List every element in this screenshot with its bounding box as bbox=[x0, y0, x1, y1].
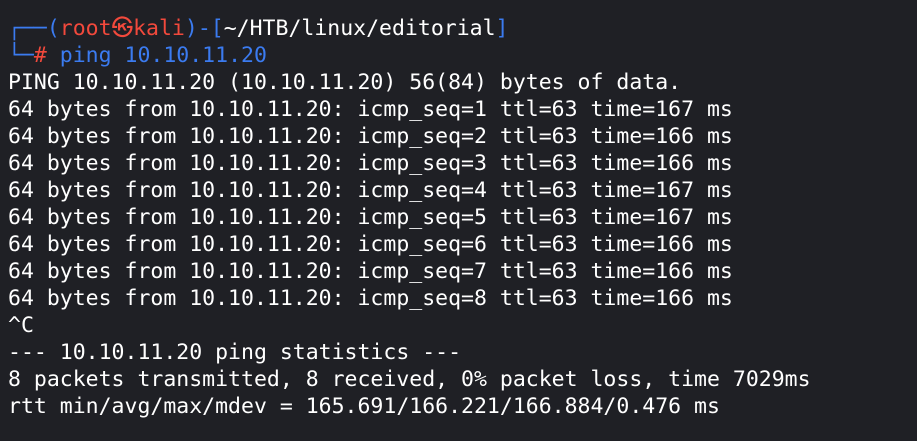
prompt-line-top: ┌──(root㉿kali)-[~/HTB/linux/editorial] bbox=[8, 15, 509, 42]
stats-header: --- 10.10.11.20 ping statistics --- bbox=[8, 340, 462, 365]
prompt-bracket-close: ] bbox=[495, 16, 509, 41]
ping-reply: 64 bytes from 10.10.11.20: icmp_seq=2 tt… bbox=[8, 124, 733, 149]
ping-reply: 64 bytes from 10.10.11.20: icmp_seq=5 tt… bbox=[8, 205, 733, 230]
ping-reply: 64 bytes from 10.10.11.20: icmp_seq=4 tt… bbox=[8, 178, 733, 203]
prompt-bracket-open: )-[ bbox=[184, 16, 224, 41]
stats-packets: 8 packets transmitted, 8 received, 0% pa… bbox=[8, 367, 811, 392]
prompt-line-bottom: └─# ping 10.10.11.20 bbox=[8, 42, 267, 69]
prompt-corner-top: ┌── bbox=[8, 16, 47, 41]
ping-reply: 64 bytes from 10.10.11.20: icmp_seq=1 tt… bbox=[8, 97, 733, 122]
stats-rtt: rtt min/avg/max/mdev = 165.691/166.221/1… bbox=[8, 394, 720, 419]
prompt-hash: # bbox=[33, 43, 47, 68]
ping-reply: 64 bytes from 10.10.11.20: icmp_seq=6 tt… bbox=[8, 232, 733, 257]
prompt-open-paren: ( bbox=[46, 16, 60, 41]
prompt-user: root bbox=[59, 16, 112, 41]
prompt-corner-bottom: └─ bbox=[8, 43, 34, 68]
prompt-at-symbol: ㉿ bbox=[111, 16, 134, 41]
prompt-path: ~/HTB/linux/editorial bbox=[223, 16, 496, 41]
terminal-window[interactable]: ┌──(root㉿kali)-[~/HTB/linux/editorial] └… bbox=[0, 0, 917, 441]
prompt-host: kali bbox=[133, 16, 185, 41]
command-text: ping 10.10.11.20 bbox=[59, 43, 267, 68]
ping-reply: 64 bytes from 10.10.11.20: icmp_seq=3 tt… bbox=[8, 151, 733, 176]
interrupt-signal: ^C bbox=[8, 313, 34, 338]
ping-header: PING 10.10.11.20 (10.10.11.20) 56(84) by… bbox=[8, 70, 682, 95]
ping-reply: 64 bytes from 10.10.11.20: icmp_seq=7 tt… bbox=[8, 259, 733, 284]
ping-reply: 64 bytes from 10.10.11.20: icmp_seq=8 tt… bbox=[8, 286, 733, 311]
